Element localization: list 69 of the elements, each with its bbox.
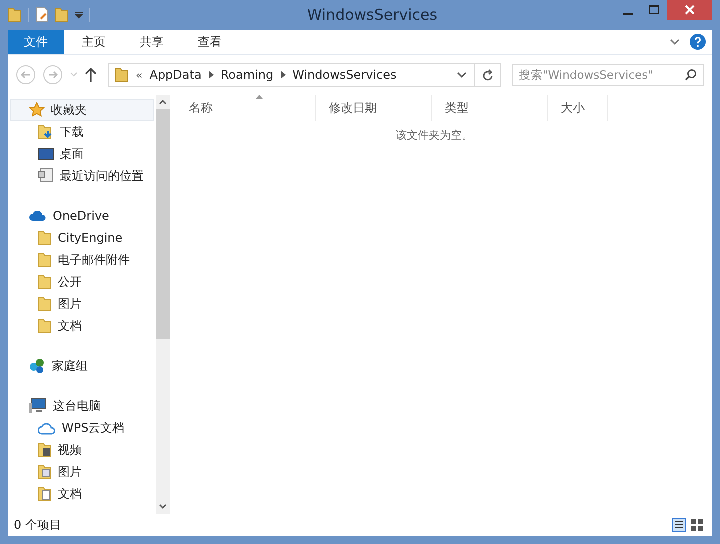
folder-icon: [38, 318, 52, 334]
nav-item[interactable]: OneDrive: [10, 205, 154, 227]
scroll-up-icon[interactable]: [159, 99, 167, 105]
empty-folder-message: 该文件夹为空。: [396, 128, 474, 143]
refresh-icon[interactable]: [482, 68, 494, 82]
desktop-icon: [38, 148, 54, 160]
download-folder-icon: [38, 124, 54, 140]
details-view-icon[interactable]: [672, 518, 686, 532]
close-button[interactable]: [667, 0, 712, 20]
nav-item[interactable]: WPS云文档: [8, 417, 156, 439]
minimize-icon: [623, 13, 633, 15]
documents-folder-icon: [38, 486, 52, 502]
cloud-icon: [38, 422, 56, 434]
sort-arrow-icon: [256, 95, 263, 99]
nav-item[interactable]: 家庭组: [10, 355, 154, 377]
breadcrumb[interactable]: WindowsServices: [292, 68, 397, 82]
expand-ribbon-icon[interactable]: [670, 38, 680, 46]
search-field[interactable]: 搜索"WindowsServices": [512, 64, 704, 86]
nav-item[interactable]: 电子邮件附件: [8, 249, 156, 271]
folder-icon: [38, 252, 52, 268]
column-header[interactable]: 大小: [548, 95, 608, 121]
recent-places-icon: [38, 168, 54, 184]
window-title: WindowsServices: [306, 6, 439, 24]
homegroup-icon: [29, 358, 46, 374]
close-icon: [684, 5, 694, 15]
item-count: 0 个项目: [14, 516, 62, 534]
ribbon-tab[interactable]: 文件: [8, 30, 64, 54]
nav-item[interactable]: 图片: [8, 293, 156, 315]
folder-icon: [38, 274, 52, 290]
search-icon[interactable]: [685, 69, 697, 81]
nav-item[interactable]: 收藏夹: [10, 99, 154, 121]
nav-item[interactable]: 下载: [8, 121, 156, 143]
nav-item[interactable]: 桌面: [8, 143, 156, 165]
folder-icon: [38, 230, 52, 246]
overflow-chevron[interactable]: «: [136, 68, 143, 82]
pictures-folder-icon: [38, 464, 52, 480]
scrollbar[interactable]: [156, 95, 170, 514]
nav-item[interactable]: CityEngine: [8, 227, 156, 249]
nav-item[interactable]: 视频: [8, 439, 156, 461]
breadcrumb-arrow-icon[interactable]: [208, 71, 214, 79]
scroll-down-icon[interactable]: [159, 504, 167, 510]
breadcrumb[interactable]: Roaming: [220, 68, 274, 82]
video-folder-icon: [38, 442, 52, 458]
nav-item[interactable]: 公开: [8, 271, 156, 293]
cloud-icon: [29, 210, 47, 222]
nav-item[interactable]: 文档: [8, 315, 156, 337]
dropdown-icon[interactable]: [75, 11, 83, 19]
nav-item[interactable]: 最近访问的位置: [8, 165, 156, 187]
ribbon-tab[interactable]: 主页: [66, 30, 122, 54]
nav-item[interactable]: 这台电脑: [10, 395, 154, 417]
address-bar[interactable]: « AppData Roaming WindowsServices: [108, 63, 501, 87]
dropdown-icon[interactable]: [457, 71, 467, 79]
breadcrumb-arrow-icon[interactable]: [280, 71, 286, 79]
nav-item[interactable]: 文档: [8, 483, 156, 505]
ribbon-tab[interactable]: 共享: [124, 30, 180, 54]
help-icon[interactable]: [690, 34, 706, 50]
nav-item[interactable]: 图片: [8, 461, 156, 483]
large-icons-view-icon[interactable]: [690, 518, 704, 532]
properties-icon[interactable]: [35, 7, 49, 23]
maximize-icon: [649, 5, 659, 15]
breadcrumb[interactable]: AppData: [150, 68, 202, 82]
column-header[interactable]: 修改日期: [316, 95, 432, 121]
star-icon: [29, 102, 45, 118]
ribbon-tab[interactable]: 查看: [182, 30, 238, 54]
computer-icon: [29, 398, 47, 414]
column-header[interactable]: 类型: [432, 95, 548, 121]
up-arrow-icon[interactable]: [85, 68, 97, 82]
folder-icon: [38, 296, 52, 312]
folder-icon: [115, 67, 129, 83]
